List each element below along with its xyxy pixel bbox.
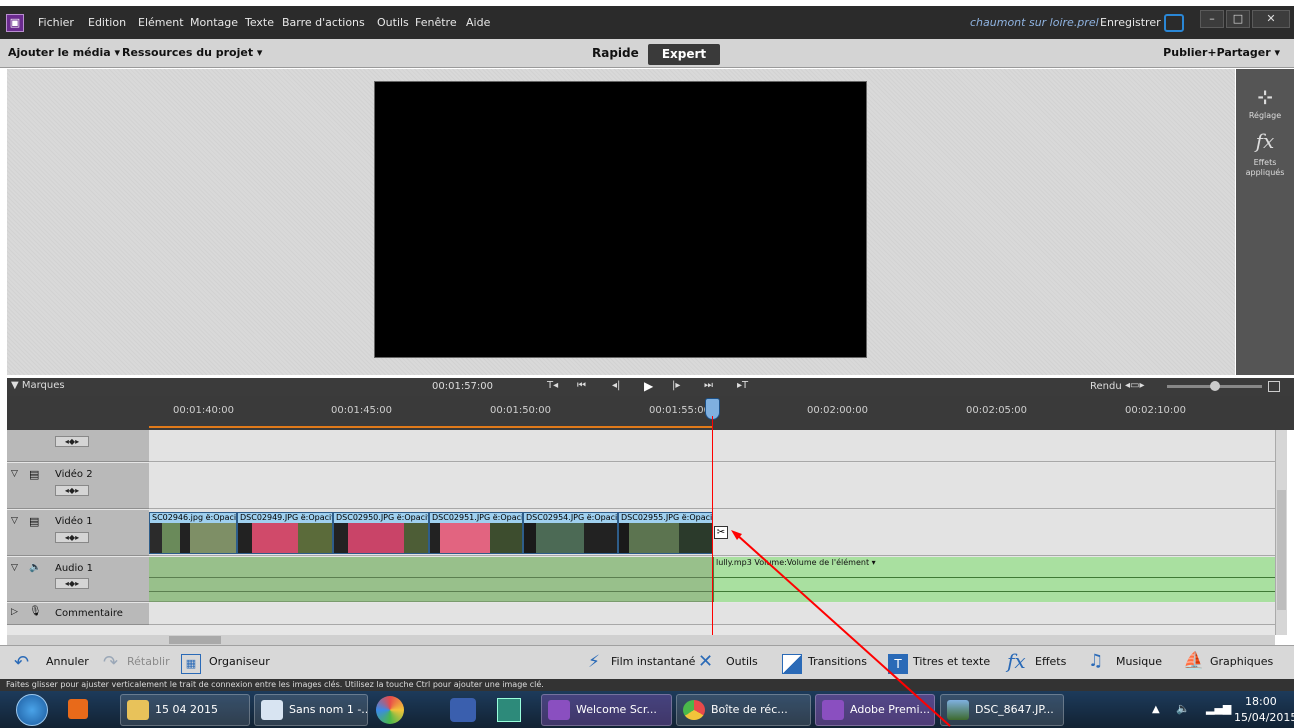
annotation-arrow xyxy=(731,530,951,727)
app-window: ▣ Fichier Edition Elément Montage Texte … xyxy=(0,0,1294,728)
